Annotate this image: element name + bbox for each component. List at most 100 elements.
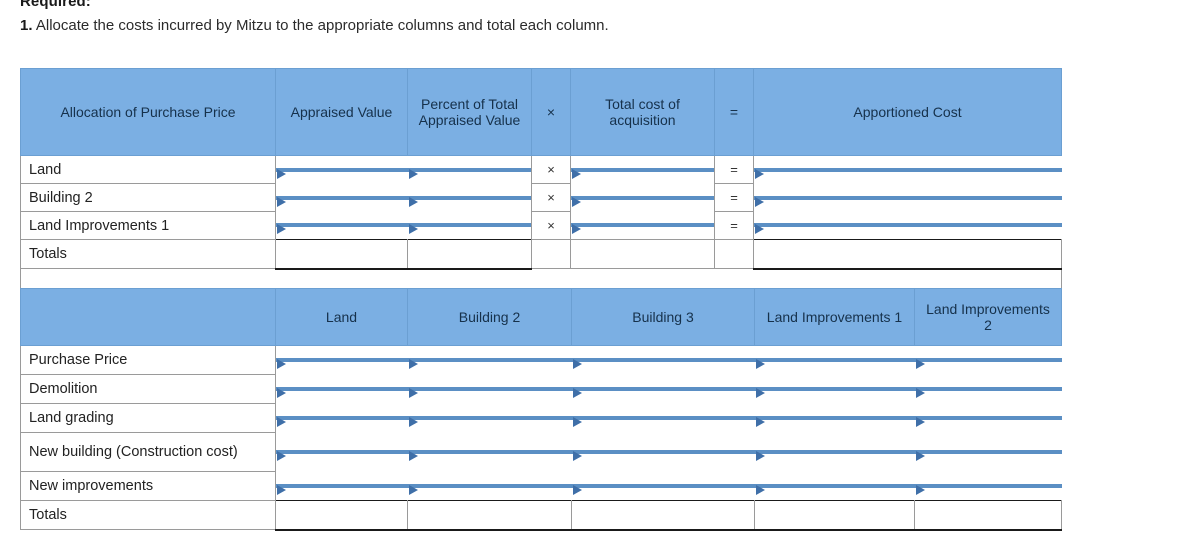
- input-land-apportioned-cost[interactable]: [754, 167, 1062, 179]
- input-li1-percent-total[interactable]: [407, 223, 531, 235]
- cell-new-improvements-li1[interactable]: [754, 471, 915, 501]
- input-li1-appraised-value[interactable]: [276, 223, 408, 235]
- cell-new-improvements-land[interactable]: [275, 471, 408, 501]
- input-new-improvements-building2[interactable]: [407, 483, 572, 495]
- cell-demolition-li1[interactable]: [754, 374, 915, 404]
- cell-land-total-cost[interactable]: [570, 155, 715, 184]
- input-li1-apportioned-cost[interactable]: [754, 223, 1062, 235]
- input-building2-total-cost[interactable]: [571, 195, 714, 207]
- input-new-building-building2[interactable]: [407, 450, 572, 461]
- question-text: Allocate the costs incurred by Mitzu to …: [35, 17, 609, 34]
- cell-new-building-li1[interactable]: [754, 432, 915, 472]
- input-demolition-building2[interactable]: [407, 387, 572, 398]
- input-demolition-land[interactable]: [276, 387, 408, 398]
- input-land-percent-total[interactable]: [407, 167, 531, 179]
- input-land-total-cost[interactable]: [571, 167, 714, 179]
- cell-new-building-building2[interactable]: [407, 432, 572, 472]
- input-land-grading-li2[interactable]: [914, 416, 1062, 427]
- input-purchase-price-li2[interactable]: [914, 358, 1062, 370]
- input-building2-apportioned-cost[interactable]: [754, 195, 1062, 207]
- cell-building2-total-cost[interactable]: [570, 183, 715, 212]
- input-land-appraised-value[interactable]: [276, 167, 408, 179]
- cell-new-improvements-building2[interactable]: [407, 471, 572, 501]
- cell-land-grading-li1[interactable]: [754, 403, 915, 433]
- cell-new-building-building3[interactable]: [571, 432, 755, 472]
- cell-demolition-building2[interactable]: [407, 374, 572, 404]
- cell-purchase-price-building2[interactable]: [407, 345, 572, 375]
- total-building3: [571, 500, 755, 531]
- cell-land-grading-building2[interactable]: [407, 403, 572, 433]
- cell-land-grading-land[interactable]: [275, 403, 408, 433]
- cell-demolition-building3[interactable]: [571, 374, 755, 404]
- th-apportioned-cost: Apportioned Cost: [753, 68, 1062, 156]
- input-new-improvements-li2[interactable]: [914, 483, 1062, 495]
- input-li1-total-cost[interactable]: [571, 223, 714, 235]
- table-row: Land × =: [20, 155, 1062, 184]
- input-purchase-price-building3[interactable]: [571, 358, 755, 370]
- table2-totals-row: Totals: [20, 500, 1062, 531]
- cell-li1-apportioned-cost[interactable]: [753, 211, 1062, 240]
- table-row: Building 2 × =: [20, 183, 1062, 212]
- table-row: Land grading: [20, 403, 1062, 433]
- cell-new-building-land[interactable]: [275, 432, 408, 472]
- input-land-grading-building2[interactable]: [407, 416, 572, 427]
- allocation-of-purchase-price-table: Allocation of Purchase Price Appraised V…: [20, 68, 1062, 293]
- cell-purchase-price-li2[interactable]: [914, 345, 1062, 375]
- question-line: 1. Allocate the costs incurred by Mitzu …: [20, 16, 1120, 36]
- cell-land-percent-total[interactable]: [407, 155, 532, 184]
- input-land-grading-building3[interactable]: [571, 416, 755, 427]
- total-percent-total: [407, 239, 532, 270]
- row-label-demolition: Demolition: [20, 374, 276, 404]
- row-label-land: Land: [20, 155, 276, 184]
- total-appraised-value: [275, 239, 408, 270]
- input-new-building-li2[interactable]: [914, 450, 1062, 461]
- cell-purchase-price-land[interactable]: [275, 345, 408, 375]
- cell-new-building-li2[interactable]: [914, 432, 1062, 472]
- th-building-2: Building 2: [407, 288, 572, 346]
- total-li2: [914, 500, 1062, 531]
- cell-building2-appraised-value[interactable]: [275, 183, 408, 212]
- input-purchase-price-li1[interactable]: [754, 358, 915, 370]
- cell-li1-total-cost[interactable]: [570, 211, 715, 240]
- cell-land-apportioned-cost[interactable]: [753, 155, 1062, 184]
- th-land-improvements-1: Land Improvements 1: [754, 288, 915, 346]
- cell-land-appraised-value[interactable]: [275, 155, 408, 184]
- row-label-totals-2: Totals: [20, 500, 276, 530]
- input-building2-percent-total[interactable]: [407, 195, 531, 207]
- required-label: Required:: [20, 0, 91, 10]
- cell-purchase-price-li1[interactable]: [754, 345, 915, 375]
- row-label-new-building: New building (Construction cost): [20, 432, 276, 472]
- operator-equals-building-2: =: [714, 183, 754, 212]
- cell-li1-percent-total[interactable]: [407, 211, 532, 240]
- input-new-building-li1[interactable]: [754, 450, 915, 461]
- question-number: 1.: [20, 17, 33, 34]
- input-new-building-building3[interactable]: [571, 450, 755, 461]
- input-land-grading-li1[interactable]: [754, 416, 915, 427]
- table1-totals-row: Totals: [20, 239, 1062, 270]
- input-new-improvements-building3[interactable]: [571, 483, 755, 495]
- cell-new-improvements-li2[interactable]: [914, 471, 1062, 501]
- cell-land-grading-li2[interactable]: [914, 403, 1062, 433]
- cell-demolition-li2[interactable]: [914, 374, 1062, 404]
- cell-new-improvements-building3[interactable]: [571, 471, 755, 501]
- cell-li1-appraised-value[interactable]: [275, 211, 408, 240]
- input-purchase-price-land[interactable]: [276, 358, 408, 370]
- input-demolition-li2[interactable]: [914, 387, 1062, 398]
- cell-purchase-price-building3[interactable]: [571, 345, 755, 375]
- total-total-cost: [570, 239, 715, 269]
- input-demolition-li1[interactable]: [754, 387, 915, 398]
- cell-land-grading-building3[interactable]: [571, 403, 755, 433]
- input-building2-appraised-value[interactable]: [276, 195, 408, 207]
- input-new-improvements-li1[interactable]: [754, 483, 915, 495]
- cell-demolition-land[interactable]: [275, 374, 408, 404]
- input-purchase-price-building2[interactable]: [407, 358, 572, 370]
- input-new-building-land[interactable]: [276, 450, 408, 461]
- totals-times-spacer: [531, 239, 571, 269]
- cell-building2-apportioned-cost[interactable]: [753, 183, 1062, 212]
- input-land-grading-land[interactable]: [276, 416, 408, 427]
- input-demolition-building3[interactable]: [571, 387, 755, 398]
- cell-building2-percent-total[interactable]: [407, 183, 532, 212]
- input-new-improvements-land[interactable]: [276, 483, 408, 495]
- th-building-3: Building 3: [571, 288, 755, 346]
- row-label-land-grading: Land grading: [20, 403, 276, 433]
